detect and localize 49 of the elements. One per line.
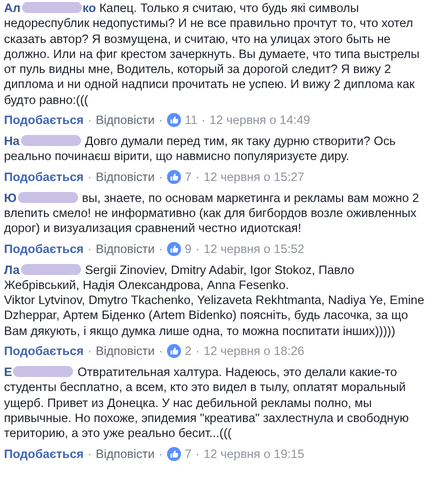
scribble-mark <box>13 366 74 378</box>
thumbs-up-icon <box>166 113 181 128</box>
like-count: 11 <box>184 112 198 130</box>
reply-link[interactable]: Відповісти <box>96 168 155 186</box>
separator-dot: · <box>201 112 206 130</box>
thumbs-up-icon <box>166 344 181 358</box>
like-link[interactable]: Подобається <box>4 444 84 463</box>
separator-dot: · <box>88 168 92 186</box>
separator-dot: · <box>88 343 92 360</box>
comment-date[interactable]: 12 червня о 15:27 <box>204 168 304 186</box>
reply-link[interactable]: Відповісти <box>96 444 155 463</box>
separator-dot: · <box>158 168 163 186</box>
separator-dot: · <box>158 343 163 360</box>
comment-text: Е Отвратительная халтура. Надеюсь, это делали какие-то студенты бесплатно, а всем, кто это видел в тылу, оплатят моральный ущерб. Привет из Донецка. У нас дебильной рекламы полно, мы привычные. Но похоже, эпидемия "креатива" захлестнула и свободную територию, а это уже реально бесит...((( <box>4 365 410 442</box>
like-count: 9 <box>184 240 192 258</box>
like-count: 2 <box>184 343 192 360</box>
reply-link[interactable]: Відповісти <box>96 111 155 130</box>
reply-link[interactable]: Відповісти <box>96 342 155 360</box>
separator-dot: · <box>196 446 200 463</box>
comment-date[interactable]: 12 червня о 14:49 <box>209 111 310 130</box>
separator-dot: · <box>88 112 92 130</box>
separator-dot: · <box>196 343 200 360</box>
comment-text: Ал ко Капец. Только я считаю, что будь які символы недореспублик недопустимы? И не все правильно прочтут то, что хотел сказать автор? Я возмущена, и считаю, что на улицах этого быть не должно. Или на фиг крестом зачеркнуть. Вы думаете, что типа выстрелы от пуль видны мне, Водитель, который за дорогой следит? Я вижу 2 диплома и ни одной надписи прочитать не успею. И вижу 2 диплома как будто равно:((( <box>4 1 421 108</box>
scribble-mark <box>20 135 81 146</box>
like-link[interactable]: Подобається <box>4 342 84 360</box>
thumbs-up-icon <box>166 170 181 184</box>
separator-dot: · <box>196 168 200 186</box>
like-count: 7 <box>184 168 192 186</box>
separator-dot: · <box>158 112 163 130</box>
like-link[interactable]: Подобається <box>4 168 84 186</box>
scribble-mark <box>20 264 81 275</box>
scribble-mark <box>22 2 82 13</box>
comment-text: На Довго думали перед тим, як таку дурню створити? Ось реально починаєш вірити, що навмисно популяризуєте диру. <box>4 134 397 165</box>
separator-dot: · <box>196 240 200 258</box>
comment-date[interactable]: 12 червня о 15:52 <box>204 240 304 258</box>
like-link[interactable]: Подобається <box>4 240 84 258</box>
like-link[interactable]: Подобається <box>4 111 84 130</box>
comment-date[interactable]: 12 червня о 19:15 <box>204 444 304 463</box>
comment-text: Ю вы, знаете, по основам маркетинга и рекламы вам можно 2 влепить смело! не информативно (как для бигбордов возле оживленных дорог) и визуализация сравнений честно идиотская! <box>4 190 420 237</box>
separator-dot: · <box>158 446 163 463</box>
comment-date[interactable]: 12 червня о 18:26 <box>204 342 304 360</box>
thumbs-up-icon <box>166 242 181 256</box>
reply-link[interactable]: Відповісти <box>96 240 155 258</box>
like-count: 7 <box>184 446 192 463</box>
separator-dot: · <box>158 240 163 258</box>
separator-dot: · <box>88 240 92 258</box>
scribble-mark <box>18 192 78 203</box>
separator-dot: · <box>88 446 92 463</box>
comment-text: Ла Sergii Zinoviev, Dmitry Adabir, Igor Stokoz, Павло Жебрівський, Надія Олександрова, Anna Fesenko. Viktor Lytvinov, Dmytro Tkachenko, Yelizaveta Rekhtmanta, Nadiya Ye, Emine Dzheppar, Артем Біденко (Artem Bidenko) поясніть, будь ласочка, за що Вам дякують, і якщо думка лише одна, то можна поспитати інших))))) <box>4 262 426 340</box>
